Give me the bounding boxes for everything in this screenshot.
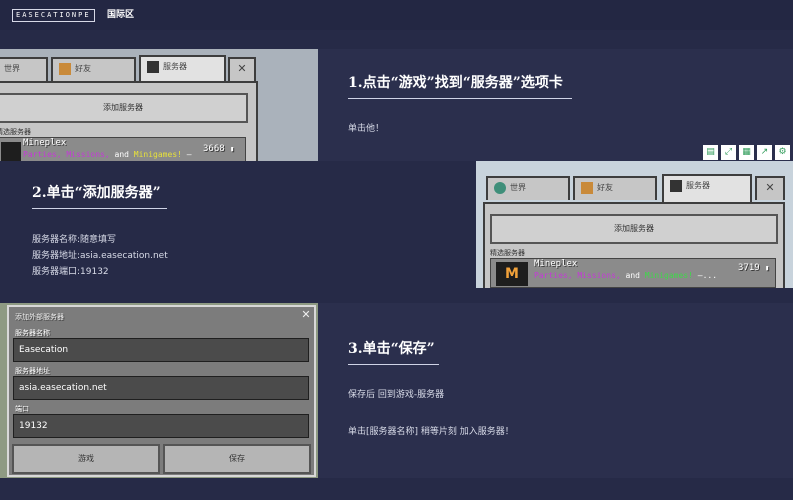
- add-server-button[interactable]: 添加服务器: [490, 214, 778, 244]
- servers-icon: [147, 61, 159, 73]
- server-name: Mineplex: [23, 138, 67, 148]
- game-button[interactable]: 游戏: [12, 444, 160, 474]
- tab-world[interactable]: 世界: [0, 57, 48, 81]
- server-description: Parties, Missions, and Minigames! –: [23, 150, 192, 159]
- step3-screenshot: 添加外部服务器 ✕ 服务器名称 Easecation 服务器地址 asia.ea…: [0, 303, 318, 478]
- server-address-label: 服务器地址: [15, 367, 50, 375]
- close-icon: ✕: [765, 181, 775, 194]
- server-row-mineplex[interactable]: M Mineplex Parties, Missions, and Miniga…: [490, 258, 776, 288]
- servers-icon: [670, 180, 682, 192]
- featured-servers-label: 精选服务器: [0, 128, 31, 136]
- close-button[interactable]: ✕: [755, 176, 785, 200]
- add-server-button[interactable]: 添加服务器: [0, 93, 248, 123]
- logo[interactable]: EASECATIONPE: [12, 9, 95, 22]
- port-label: 端口: [15, 405, 29, 413]
- server-logo-icon: M: [496, 262, 528, 286]
- player-count: 3668 ▮: [203, 144, 235, 154]
- server-name-field[interactable]: Easecation: [13, 338, 309, 362]
- region-label: 国际区: [107, 10, 135, 20]
- document-icon[interactable]: ▤: [703, 145, 718, 160]
- step1-title: 1.点击“游戏”找到“服务器”选项卡: [348, 75, 563, 91]
- close-button[interactable]: ✕: [228, 57, 256, 81]
- signal-icon: ▮: [230, 145, 235, 153]
- server-name-label: 服务器名称: [15, 329, 50, 337]
- step1-description: 单击他！: [348, 124, 385, 134]
- settings-icon[interactable]: ⚙: [775, 145, 790, 160]
- world-icon: [494, 182, 506, 194]
- step3-line-join: 单击[服务器名称] 稍等片刻 加入服务器！: [348, 427, 514, 437]
- friends-icon: [581, 182, 593, 194]
- player-count: 3719 ▮: [738, 263, 770, 273]
- qr-icon[interactable]: ▦: [739, 145, 754, 160]
- step2-line-port: 服务器端口:19132: [32, 267, 109, 277]
- servers-panel: 添加服务器 精选服务器 Mineplex Parties, Missions, …: [0, 81, 258, 161]
- server-row-mineplex[interactable]: Mineplex Parties, Missions, and Minigame…: [0, 137, 246, 161]
- add-server-dialog: 添加外部服务器 ✕ 服务器名称 Easecation 服务器地址 asia.ea…: [7, 305, 316, 477]
- server-address-field[interactable]: asia.easecation.net: [13, 376, 309, 400]
- tab-servers[interactable]: 服务器: [139, 55, 226, 83]
- server-name: Mineplex: [534, 259, 578, 269]
- step3-underline: [348, 364, 439, 365]
- tab-servers[interactable]: 服务器: [662, 174, 752, 204]
- expand-icon[interactable]: ⤢: [721, 145, 736, 160]
- step1-screenshot: 世界 好友 服务器 ✕ 添加服务器 精选服务器 Mineplex Parties…: [0, 49, 318, 161]
- tab-friends[interactable]: 好友: [573, 176, 657, 200]
- step1-underline: [348, 98, 572, 99]
- share-icon[interactable]: ↗: [757, 145, 772, 160]
- servers-panel: 添加服务器 精选服务器 M Mineplex Parties, Missions…: [483, 202, 785, 288]
- close-icon[interactable]: ✕: [299, 307, 313, 323]
- step2-screenshot: 世界 好友 服务器 ✕ 添加服务器 精选服务器 M Mineplex Parti…: [476, 161, 793, 288]
- dialog-title: 添加外部服务器: [15, 313, 64, 321]
- tab-world[interactable]: 世界: [486, 176, 570, 200]
- featured-servers-label: 精选服务器: [490, 249, 525, 257]
- server-description: Parties, Missions, and Minigames! –...: [534, 271, 718, 280]
- step2-title: 2.单击“添加服务器”: [32, 185, 161, 201]
- header-bar: EASECATIONPE 国际区: [0, 0, 793, 30]
- friends-icon: [59, 63, 71, 75]
- server-logo-icon: [1, 142, 21, 161]
- save-button[interactable]: 保存: [163, 444, 311, 474]
- step3-line-return: 保存后 回到游戏-服务器: [348, 390, 445, 400]
- step2-line-address: 服务器地址:asia.easecation.net: [32, 251, 168, 261]
- signal-icon: ▮: [765, 264, 770, 272]
- step2-line-name: 服务器名称:随意填写: [32, 235, 117, 245]
- close-icon: ✕: [237, 62, 247, 75]
- step3-title: 3.单击“保存”: [348, 341, 435, 357]
- port-field[interactable]: 19132: [13, 414, 309, 438]
- tab-friends[interactable]: 好友: [51, 57, 136, 81]
- step2-underline: [32, 208, 167, 209]
